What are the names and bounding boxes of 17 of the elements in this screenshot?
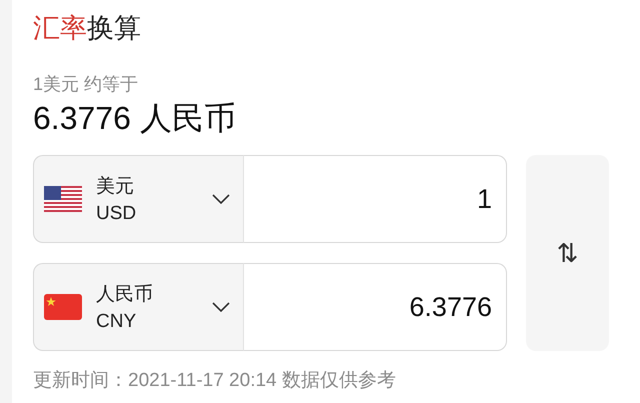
amount-field[interactable]: 6.3776 — [244, 263, 507, 351]
currency-dropdown[interactable]: 人民币 CNY — [33, 263, 244, 351]
china-flag-icon — [44, 294, 82, 320]
currency-name: 美元 — [96, 174, 135, 199]
us-flag-icon — [44, 186, 82, 212]
currency-name: 人民币 — [96, 283, 154, 307]
chevron-down-icon — [212, 302, 230, 312]
currency-code: CNY — [96, 311, 138, 333]
currency-dropdown[interactable]: 美元 USD — [33, 155, 244, 243]
swap-button[interactable]: ⇅ — [526, 155, 609, 351]
update-note: 更新时间：2021-11-17 20:14 数据仅供参考 — [33, 369, 397, 393]
rate-value: 6.3776 人民币 — [33, 99, 237, 138]
amount-field[interactable]: 1 — [244, 155, 507, 243]
chevron-down-icon — [212, 194, 230, 204]
currency-code: USD — [96, 203, 138, 225]
page-title: 汇率换算 — [33, 12, 142, 45]
rate-caption: 1美元 约等于 — [33, 73, 140, 96]
